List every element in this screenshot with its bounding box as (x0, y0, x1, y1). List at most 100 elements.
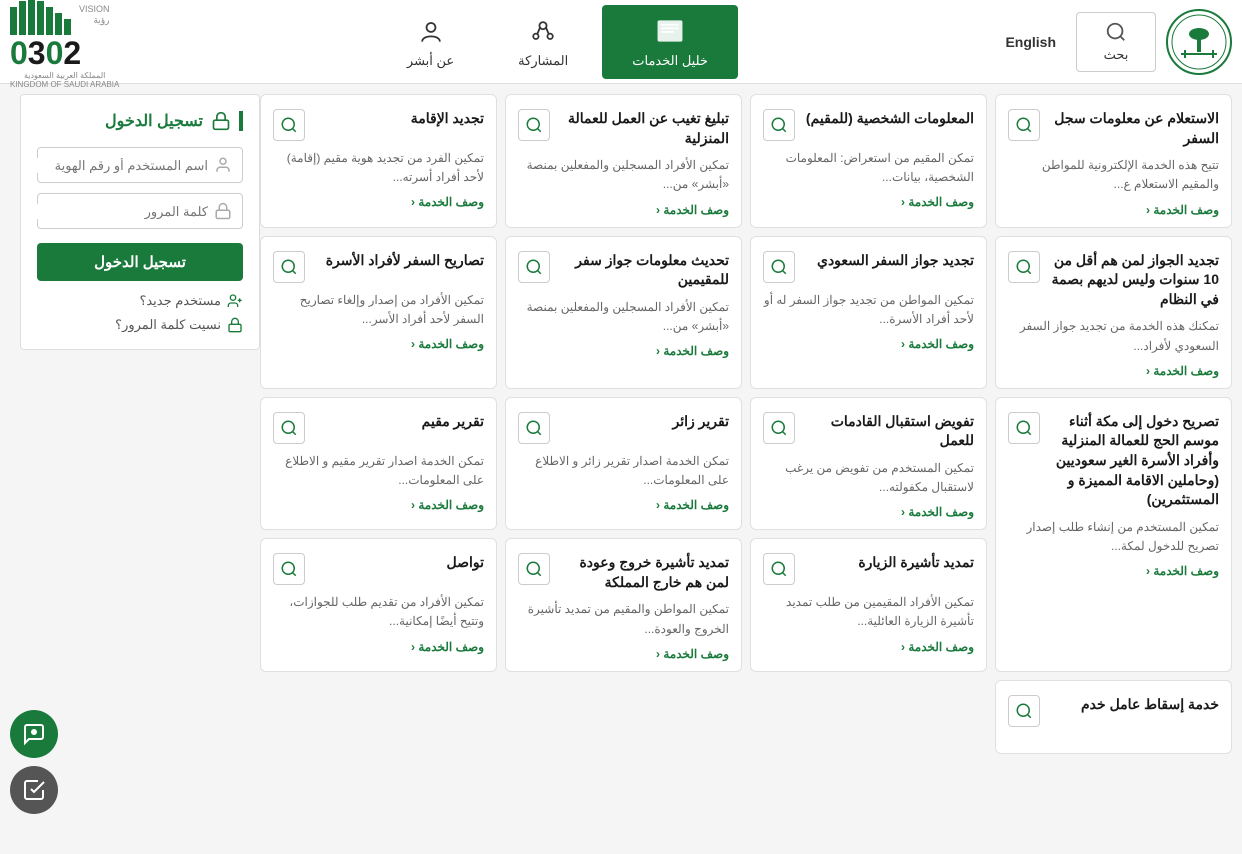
card-title: تقرير مقيم (309, 412, 484, 432)
chat-float-button[interactable] (10, 710, 58, 758)
card-link[interactable]: وصف الخدمة ‹ (1008, 564, 1219, 578)
login-title-text: تسجيل الدخول (105, 111, 203, 131)
header-left: بحث English (995, 9, 1232, 75)
card-title: تبليغ تغيب عن العمل للعمالة المنزلية (554, 109, 729, 148)
main-wrapper: الاستعلام عن معلومات سجل السفر تتيح هذه … (0, 84, 1242, 764)
new-user-link[interactable]: مستخدم جديد؟ (37, 293, 243, 309)
card-search-icon[interactable] (763, 553, 795, 585)
card-search-icon[interactable] (763, 109, 795, 141)
card-search-icon[interactable] (1008, 109, 1040, 141)
card-desc: تمكين الفرد من تجديد هوية مقيم (إقامة) ل… (273, 149, 484, 187)
card-link[interactable]: وصف الخدمة ‹ (518, 344, 729, 358)
card-desc: تمكين المواطن من تجديد جواز السفر له أو … (763, 291, 974, 329)
card-title: تجديد الإقامة (309, 109, 484, 129)
new-user-icon (227, 293, 243, 309)
card-desc: تمكين الأفراد المسجلين والمفعلين بمنصة «… (518, 156, 729, 194)
card-title: تصريح دخول إلى مكة أثناء موسم الحج للعما… (1044, 412, 1219, 510)
nav-item-absher[interactable]: عن أبشر (377, 5, 484, 79)
card-search-icon[interactable] (273, 412, 305, 444)
card-title: تفويض استقبال القادمات للعمل (799, 412, 974, 451)
nav-sharing-label: المشاركة (518, 53, 568, 69)
nav-services-label: خليل الخدمات (632, 53, 708, 69)
card-link[interactable]: وصف الخدمة ‹ (273, 640, 484, 654)
cards-grid: الاستعلام عن معلومات سجل السفر تتيح هذه … (260, 94, 1232, 754)
card-desc: تمكين الأفراد المسجلين والمفعلين بمنصة «… (518, 298, 729, 336)
sign-float-button[interactable] (10, 766, 58, 814)
header: بحث English خليل الخدمات المشاركة (0, 0, 1242, 84)
header-nav: خليل الخدمات المشاركة عن أبشر (119, 5, 995, 79)
card-passport-under10: تجديد الجواز لمن هم أقل من 10 سنوات وليس… (995, 236, 1232, 389)
logo (1166, 9, 1232, 75)
card-link[interactable]: وصف الخدمة ‹ (763, 337, 974, 351)
card-title: خدمة إسقاط عامل خدم (1044, 695, 1219, 715)
login-links: مستخدم جديد؟ نسيت كلمة المرور؟ (37, 293, 243, 333)
card-visitor-report: تقرير زائر تمكن الخدمة اصدار تقرير زائر … (505, 397, 742, 531)
nav-item-services[interactable]: خليل الخدمات (602, 5, 738, 79)
card-link[interactable]: وصف الخدمة ‹ (763, 505, 974, 519)
username-field[interactable] (37, 147, 243, 183)
card-title: تجديد الجواز لمن هم أقل من 10 سنوات وليس… (1044, 251, 1219, 310)
card-title: تواصل (309, 553, 484, 573)
card-search-icon[interactable] (1008, 251, 1040, 283)
user-icon (214, 156, 232, 174)
card-title: الاستعلام عن معلومات سجل السفر (1044, 109, 1219, 148)
card-link[interactable]: وصف الخدمة ‹ (763, 195, 974, 209)
card-search-icon[interactable] (518, 553, 550, 585)
login-title: تسجيل الدخول (37, 111, 243, 131)
card-link[interactable]: وصف الخدمة ‹ (763, 640, 974, 654)
card-renew-iqama: تجديد الإقامة تمكين الفرد من تجديد هوية … (260, 94, 497, 228)
vision-text: VISIONرؤية (79, 4, 110, 26)
card-search-icon[interactable] (763, 412, 795, 444)
login-button[interactable]: تسجيل الدخول (37, 243, 243, 281)
card-search-icon[interactable] (518, 109, 550, 141)
card-title: تقرير زائر (554, 412, 729, 432)
card-inquiry-travel: الاستعلام عن معلومات سجل السفر تتيح هذه … (995, 94, 1232, 228)
card-delegate-reception: تفويض استقبال القادمات للعمل تمكين المست… (750, 397, 987, 531)
card-search-icon[interactable] (518, 251, 550, 283)
card-desc: تمكن الخدمة اصدار تقرير زائر و الاطلاع ع… (518, 452, 729, 490)
card-title: المعلومات الشخصية (للمقيم) (799, 109, 974, 129)
card-search-icon[interactable] (518, 412, 550, 444)
card-desc: تمكين المستخدم من تفويض من يرغب لاستقبال… (763, 459, 974, 497)
search-box[interactable]: بحث (1076, 12, 1156, 72)
card-search-icon[interactable] (273, 251, 305, 283)
card-search-icon[interactable] (1008, 695, 1040, 727)
username-input[interactable] (32, 158, 208, 173)
nav-item-sharing[interactable]: المشاركة (488, 5, 598, 79)
card-desc: تمكين المواطن والمقيم من تمديد تأشيرة ال… (518, 600, 729, 638)
password-field[interactable] (37, 193, 243, 229)
card-search-icon[interactable] (273, 553, 305, 585)
card-search-icon[interactable] (1008, 412, 1040, 444)
card-update-passport: تحديث معلومات جواز سفر للمقيمين تمكين ال… (505, 236, 742, 389)
forgot-password-link[interactable]: نسيت كلمة المرور؟ (37, 317, 243, 333)
card-desc: تمكن الخدمة اصدار تقرير مقيم و الاطلاع ع… (273, 452, 484, 490)
card-link[interactable]: وصف الخدمة ‹ (1008, 364, 1219, 378)
year-2030: 2 0 3 0 (10, 37, 81, 69)
card-resident-report: تقرير مقيم تمكن الخدمة اصدار تقرير مقيم … (260, 397, 497, 531)
new-user-label: مستخدم جديد؟ (139, 293, 221, 309)
card-link[interactable]: وصف الخدمة ‹ (518, 647, 729, 661)
card-search-icon[interactable] (763, 251, 795, 283)
password-input[interactable] (32, 204, 208, 219)
lock-icon (214, 202, 232, 220)
card-desc: تمكن المقيم من استعراض: المعلومات الشخصي… (763, 149, 974, 187)
vision-logo: VISIONرؤية 2 0 3 0 المملكة العربية ال (10, 0, 119, 89)
vision-bars (10, 0, 71, 35)
card-desc: تمكين الأفراد من إصدار وإلغاء تصاريح الس… (273, 291, 484, 329)
card-desc: تمكين الأفراد من تقديم طلب للجوازات، وتت… (273, 593, 484, 631)
card-title: تمديد تأشيرة خروج وعودة لمن هم خارج المم… (554, 553, 729, 592)
card-link[interactable]: وصف الخدمة ‹ (518, 498, 729, 512)
card-travel-permits: تصاريح السفر لأفراد الأسرة تمكين الأفراد… (260, 236, 497, 389)
card-renew-passport: تجديد جواز السفر السعودي تمكين المواطن م… (750, 236, 987, 389)
card-link[interactable]: وصف الخدمة ‹ (273, 337, 484, 351)
card-link[interactable]: وصف الخدمة ‹ (518, 203, 729, 217)
card-link[interactable]: وصف الخدمة ‹ (273, 195, 484, 209)
kingdom-label: المملكة العربية السعوديةKINGDOM OF SAUDI… (10, 71, 119, 89)
card-title: تصاريح السفر لأفراد الأسرة (309, 251, 484, 271)
card-link[interactable]: وصف الخدمة ‹ (1008, 203, 1219, 217)
card-mecca-permit: تصريح دخول إلى مكة أثناء موسم الحج للعما… (995, 397, 1232, 672)
forgot-icon (227, 317, 243, 333)
card-link[interactable]: وصف الخدمة ‹ (273, 498, 484, 512)
card-title: تجديد جواز السفر السعودي (799, 251, 974, 271)
card-search-icon[interactable] (273, 109, 305, 141)
